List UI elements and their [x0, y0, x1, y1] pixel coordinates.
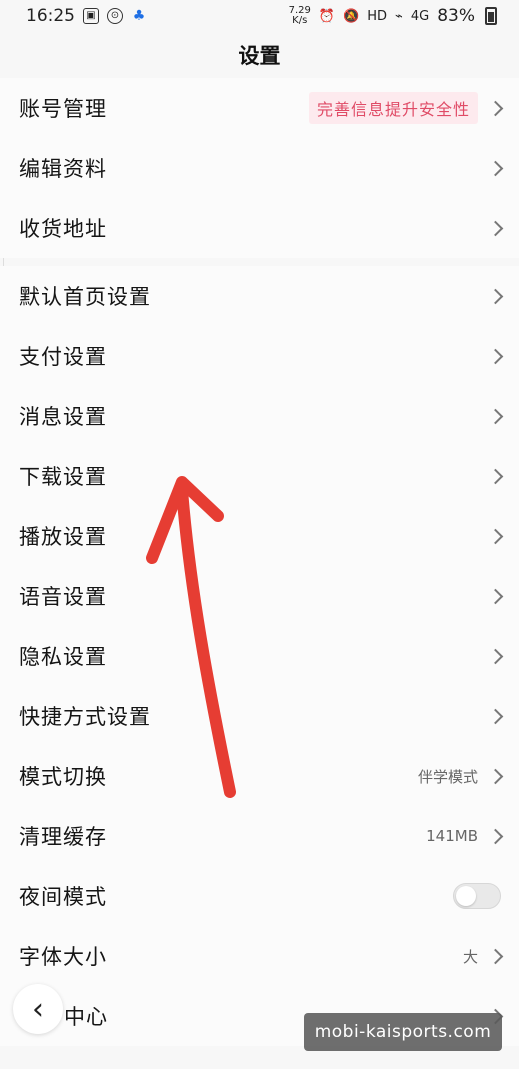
chevron-right-icon: [487, 408, 504, 424]
chevron-right-icon: [487, 708, 504, 724]
settings-item-label: 字体大小: [19, 945, 107, 969]
settings-item-label: 账号管理: [19, 97, 107, 121]
status-bar: 16:25 ▣ ⊙ ♣ 7.29 K/s ⏰ 🔕 HD ⌁ 4G 83%: [0, 0, 519, 32]
settings-item-clear-cache[interactable]: 清理缓存 141MB: [0, 806, 519, 866]
settings-item-label: 清理缓存: [19, 825, 107, 849]
settings-item-right: 伴学模式: [417, 766, 504, 787]
font-size-value: 大: [462, 947, 478, 966]
settings-item-label: 收货地址: [19, 217, 107, 241]
network-speed-unit: K/s: [292, 15, 308, 26]
chevron-right-icon: [487, 348, 504, 364]
mode-value: 伴学模式: [417, 767, 478, 786]
alarm-icon: ⏰: [318, 8, 336, 24]
hd-label: HD: [367, 8, 388, 24]
settings-list: 账号管理 完善信息提升安全性 编辑资料 收货地址 默认首页设置 支付设置 消息设…: [0, 78, 519, 1046]
status-left: 16:25 ▣ ⊙ ♣: [26, 6, 147, 26]
chevron-right-icon: [487, 528, 504, 544]
settings-item-label: 编辑资料: [19, 157, 107, 181]
settings-item-shipping-address[interactable]: 收货地址: [0, 198, 519, 258]
signal-label: 4G: [410, 8, 430, 24]
night-mode-toggle[interactable]: [453, 883, 501, 909]
chevron-right-icon: [487, 160, 504, 176]
chevron-right-icon: [487, 220, 504, 236]
settings-item-shortcut[interactable]: 快捷方式设置: [0, 686, 519, 746]
settings-item-label: 支付设置: [19, 345, 107, 369]
image-icon: ▣: [83, 8, 99, 24]
chevron-right-icon: [487, 588, 504, 604]
settings-item-payment[interactable]: 支付设置: [0, 326, 519, 386]
settings-item-account-management[interactable]: 账号管理 完善信息提升安全性: [0, 78, 519, 138]
chevron-right-icon: [487, 288, 504, 304]
settings-item-label: 播放设置: [19, 525, 107, 549]
annotation-arrow: [146, 476, 236, 798]
chevron-right-icon: [487, 828, 504, 844]
settings-item-right: 141MB: [426, 827, 504, 845]
mute-icon: 🔕: [343, 8, 360, 24]
battery-percent: 83%: [437, 6, 475, 26]
settings-item-font-size[interactable]: 字体大小 大: [0, 926, 519, 986]
settings-item-playback[interactable]: 播放设置: [0, 506, 519, 566]
status-right: 7.29 K/s ⏰ 🔕 HD ⌁ 4G 83%: [289, 6, 497, 26]
settings-group-account: 账号管理 完善信息提升安全性 编辑资料 收货地址: [0, 78, 519, 258]
settings-item-night-mode[interactable]: 夜间模式: [0, 866, 519, 926]
chevron-right-icon: [487, 648, 504, 664]
settings-item-edit-profile[interactable]: 编辑资料: [0, 138, 519, 198]
chevron-left-icon: ‹: [32, 991, 44, 1027]
settings-item-label: 模式切换: [19, 765, 107, 789]
network-speed: 7.29 K/s: [289, 6, 311, 26]
settings-item-voice[interactable]: 语音设置: [0, 566, 519, 626]
status-time: 16:25: [26, 6, 75, 26]
battery-icon: [485, 7, 497, 25]
arrow-line: [176, 484, 236, 798]
settings-item-label: 快捷方式设置: [19, 705, 151, 729]
settings-item-label: 夜间模式: [19, 885, 107, 909]
settings-item-right: 大: [462, 946, 504, 967]
settings-item-download[interactable]: 下载设置: [0, 446, 519, 506]
settings-item-label: 下载设置: [19, 465, 107, 489]
settings-item-label: 隐私设置: [19, 645, 107, 669]
chevron-right-icon: [487, 768, 504, 784]
settings-group-general: 默认首页设置 支付设置 消息设置 下载设置 播放设置 语音设置 隐私设置 快捷方…: [0, 266, 519, 1046]
settings-item-right: 完善信息提升安全性: [308, 92, 504, 124]
settings-item-label: 消息设置: [19, 405, 107, 429]
page-title: 设置: [238, 44, 281, 68]
target-icon: ⊙: [107, 8, 123, 24]
wifi-icon: ⌁: [395, 8, 403, 24]
paw-icon: ♣: [132, 8, 146, 24]
watermark: mobi-kaisports.com: [304, 1013, 502, 1051]
chevron-right-icon: [487, 468, 504, 484]
cache-size: 141MB: [426, 827, 478, 845]
settings-item-default-home[interactable]: 默认首页设置: [0, 266, 519, 326]
settings-item-label: 语音设置: [19, 585, 107, 609]
back-button[interactable]: ‹: [13, 984, 63, 1034]
settings-item-privacy[interactable]: 隐私设置: [0, 626, 519, 686]
settings-item-mode-switch[interactable]: 模式切换 伴学模式: [0, 746, 519, 806]
chevron-right-icon: [487, 948, 504, 964]
settings-item-label: 默认首页设置: [19, 285, 151, 309]
security-badge: 完善信息提升安全性: [308, 92, 478, 124]
settings-item-message[interactable]: 消息设置: [0, 386, 519, 446]
chevron-right-icon: [487, 100, 504, 116]
